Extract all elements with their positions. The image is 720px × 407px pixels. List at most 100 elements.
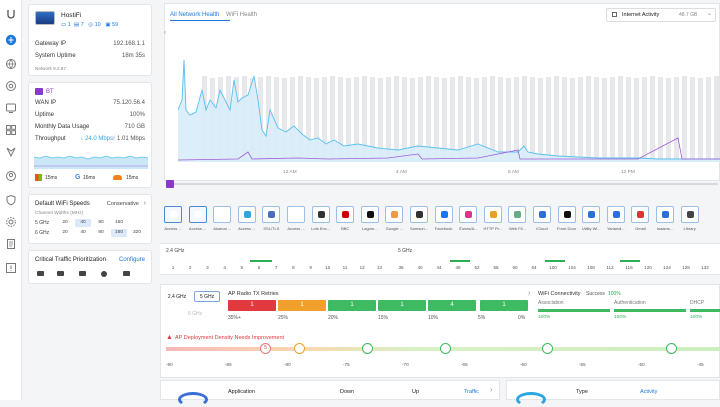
col-traffic[interactable]: Traffic xyxy=(464,389,479,395)
app-tile[interactable] xyxy=(188,206,207,223)
channel-width-option[interactable]: 160 xyxy=(111,229,127,237)
configure-link[interactable]: Configure xyxy=(119,257,145,263)
app-tile[interactable] xyxy=(237,206,256,223)
density-marker[interactable] xyxy=(666,343,677,354)
app-tile[interactable] xyxy=(360,206,379,223)
app-tile[interactable] xyxy=(336,206,355,223)
channel-label[interactable]: 132 xyxy=(700,265,710,270)
channel-label[interactable]: 112 xyxy=(605,265,615,270)
settings-icon[interactable] xyxy=(5,216,17,228)
col-up[interactable]: Up xyxy=(412,389,419,395)
app-tile[interactable] xyxy=(483,206,502,223)
app-tile[interactable] xyxy=(164,206,182,223)
app-tile[interactable] xyxy=(287,206,305,223)
channel-label[interactable]: 13 xyxy=(374,265,384,270)
network-icon[interactable] xyxy=(5,34,17,46)
channel-label[interactable]: 40 xyxy=(415,265,425,270)
density-marker[interactable]: 5 xyxy=(260,343,271,354)
channel-width-option[interactable]: 20 xyxy=(57,229,73,237)
tab-all-network-health[interactable]: All Network Health xyxy=(170,12,219,18)
band-tab-5[interactable]: 5 GHz xyxy=(194,291,220,302)
density-marker[interactable] xyxy=(294,343,305,354)
channel-label[interactable]: 5 xyxy=(237,265,247,270)
channel-label[interactable]: 10 xyxy=(323,265,333,270)
channel-width-option[interactable]: 20 xyxy=(57,219,73,227)
channel-width-option[interactable]: 80 xyxy=(93,219,109,227)
channel-label[interactable]: 116 xyxy=(624,265,634,270)
channel-label[interactable]: 104 xyxy=(567,265,577,270)
channel-label[interactable]: 120 xyxy=(643,265,653,270)
channel-label[interactable]: 8 xyxy=(288,265,298,270)
target-icon[interactable] xyxy=(5,80,17,92)
col-application[interactable]: Application xyxy=(228,389,255,395)
tab-wifi-health[interactable]: WiFi Health xyxy=(226,12,257,18)
density-marker[interactable] xyxy=(542,343,553,354)
channel-width-option[interactable]: 320 xyxy=(129,229,145,237)
app-tile[interactable] xyxy=(459,206,478,223)
chevron-right-icon[interactable]: › xyxy=(490,387,492,394)
density-marker[interactable] xyxy=(362,343,373,354)
scrubber-handle[interactable] xyxy=(166,180,174,188)
app-tile[interactable] xyxy=(680,206,699,223)
app-tile[interactable] xyxy=(508,206,527,223)
channel-label[interactable]: 44 xyxy=(434,265,444,270)
app-tile[interactable] xyxy=(213,206,232,223)
channel-label[interactable]: 2 xyxy=(185,265,195,270)
channel-label[interactable]: 124 xyxy=(662,265,672,270)
band-tab-6[interactable]: 6 GHz xyxy=(180,311,210,321)
channel-label[interactable]: 11 xyxy=(340,265,350,270)
app-label: Access ... xyxy=(164,226,182,231)
channel-label[interactable]: 108 xyxy=(586,265,596,270)
app-tile[interactable] xyxy=(656,206,674,223)
app-tile[interactable] xyxy=(410,206,428,223)
channel-label[interactable]: 64 xyxy=(529,265,539,270)
chevron-right-icon[interactable]: › xyxy=(528,290,530,297)
col-down[interactable]: Down xyxy=(340,389,354,395)
activity-select[interactable]: Internet Activity 48.7 GB ⌄ xyxy=(606,8,716,22)
wifi-speeds-mode[interactable]: Conservative xyxy=(107,201,139,207)
app-tile[interactable] xyxy=(262,206,281,223)
channel-label[interactable]: 3 xyxy=(202,265,212,270)
channel-label[interactable]: 48 xyxy=(453,265,463,270)
app-tile[interactable] xyxy=(385,206,404,223)
shield-icon[interactable] xyxy=(5,194,17,206)
app-tile[interactable] xyxy=(533,206,551,223)
channel-label[interactable]: 9 xyxy=(306,265,316,270)
app-tile[interactable] xyxy=(606,206,625,223)
channel-width-option[interactable]: 40 xyxy=(75,219,91,227)
app-tile[interactable] xyxy=(582,206,601,223)
app-tile[interactable] xyxy=(557,206,576,223)
channel-label[interactable]: 52 xyxy=(472,265,482,270)
clients-icon[interactable] xyxy=(5,170,17,182)
density-marker[interactable] xyxy=(440,343,451,354)
docs-icon[interactable] xyxy=(5,238,17,250)
ubiquiti-logo-icon[interactable] xyxy=(5,8,17,20)
devices-icon[interactable] xyxy=(5,102,17,114)
col-activity[interactable]: Activity xyxy=(640,389,657,395)
app-tile[interactable] xyxy=(631,206,650,223)
channel-label[interactable]: 4 xyxy=(220,265,230,270)
channel-label[interactable]: 56 xyxy=(491,265,501,270)
channel-width-option[interactable]: 80 xyxy=(93,229,109,237)
topology-icon[interactable] xyxy=(5,146,17,158)
channel-label[interactable]: 6 xyxy=(254,265,264,270)
channel-width-option[interactable]: 160 xyxy=(111,219,127,227)
band-tab-24[interactable]: 2.4 GHz xyxy=(166,292,188,302)
chevron-right-icon[interactable]: › xyxy=(144,200,146,207)
grid-icon[interactable] xyxy=(5,124,17,136)
app-tile[interactable] xyxy=(434,206,453,223)
collapse-left-icon[interactable]: ‹ xyxy=(164,30,166,36)
channel-label[interactable]: 7 xyxy=(271,265,281,270)
channel-width-option[interactable]: 40 xyxy=(75,229,91,237)
app-tile[interactable] xyxy=(311,206,330,223)
alarm-icon[interactable] xyxy=(5,262,17,274)
col-type[interactable]: Type xyxy=(576,389,588,395)
channel-label[interactable]: 60 xyxy=(510,265,520,270)
time-scrubber[interactable] xyxy=(168,183,718,185)
channel-label[interactable]: 100 xyxy=(548,265,558,270)
channel-label[interactable]: 12 xyxy=(357,265,367,270)
channel-label[interactable]: 36 xyxy=(396,265,406,270)
channel-label[interactable]: 1 xyxy=(168,265,178,270)
globe-icon[interactable] xyxy=(5,58,17,70)
channel-label[interactable]: 128 xyxy=(681,265,691,270)
